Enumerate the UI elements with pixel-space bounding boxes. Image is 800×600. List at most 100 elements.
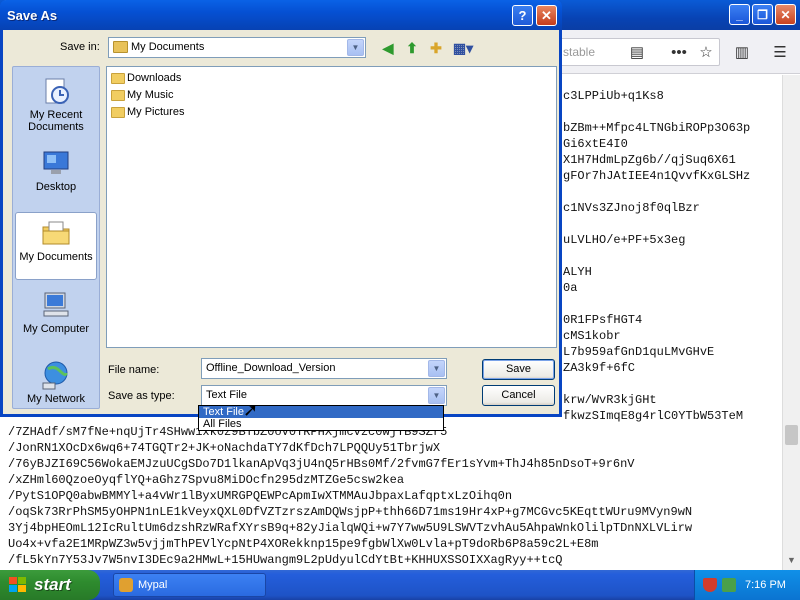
network-icon[interactable]: [722, 578, 736, 592]
cancel-button[interactable]: Cancel: [482, 385, 555, 406]
list-item[interactable]: My Pictures: [109, 104, 184, 120]
code-line: ZA3k9f+6fC: [563, 361, 636, 375]
my-documents-icon: [42, 221, 70, 245]
url-text: stable: [563, 45, 596, 59]
mouse-cursor-icon: ➚: [243, 400, 259, 420]
mypal-icon: [119, 578, 133, 592]
view-menu-icon[interactable]: ▦▾: [451, 39, 475, 57]
code-line: L7b959afGnD1quLMvGHvE: [563, 345, 715, 359]
code-line: Uo4x+vfa2E1MRpWZ3w5vjjmThPEVlYcpNtP4XORe…: [8, 537, 599, 551]
dialog-title: Save As: [7, 8, 58, 23]
code-line: cMS1kobr: [563, 329, 621, 343]
browser-maximize-button[interactable]: ❐: [752, 4, 773, 25]
desktop-icon: [43, 151, 69, 174]
reader-view-icon[interactable]: ▤: [627, 42, 647, 62]
save-in-label: Save in:: [60, 41, 100, 53]
folder-icon: [111, 73, 125, 84]
code-line: fkwzSImqE8g4rlC0YTbW53TeM: [563, 409, 744, 423]
save-as-type-value: Text File: [206, 389, 247, 401]
system-tray: 7:16 PM: [694, 570, 800, 600]
clock[interactable]: 7:16 PM: [745, 579, 786, 591]
new-folder-icon[interactable]: ✚: [427, 39, 445, 57]
code-line: 0R1FPsfHGT4: [563, 313, 643, 327]
file-name-input[interactable]: Offline_Download_Version ▼: [201, 358, 447, 379]
place-my-documents[interactable]: My Documents: [15, 212, 97, 280]
file-name: Downloads: [127, 72, 182, 84]
code-line: /JonRN1XOcDx6wq6+74TGQTr2+JK+oNachdaTY7d…: [8, 441, 441, 455]
code-line: c1NVs3ZJnoj8f0qlBzr: [563, 201, 700, 215]
dropdown-option-all-files[interactable]: All Files: [199, 418, 443, 430]
security-shield-icon[interactable]: [703, 578, 717, 592]
code-line: /fL5kYn7Y53Jv7W5nvI3DEc9a2HMwL+15HUwangm…: [8, 553, 563, 567]
list-item[interactable]: Downloads: [109, 70, 181, 86]
browser-minimize-button[interactable]: _: [729, 4, 750, 25]
chevron-down-icon[interactable]: ▼: [428, 387, 445, 404]
save-as-type-combo[interactable]: Text File ▼: [201, 385, 447, 406]
start-button[interactable]: start: [0, 570, 100, 600]
windows-logo-icon: [9, 577, 26, 592]
place-desktop[interactable]: Desktop: [15, 143, 97, 207]
recent-documents-icon: [45, 78, 69, 104]
save-as-type-dropdown[interactable]: Text File All Files: [198, 405, 444, 431]
start-label: start: [34, 575, 71, 594]
code-line: gFOr7hJAtIEE4n1QvvfKxGLSHz: [563, 169, 751, 183]
code-line: /76yBJZI69C56WokaEMJzuUCgSDo7D1lkanApVq3…: [8, 457, 635, 471]
place-label: My Computer: [22, 323, 90, 335]
browser-close-button[interactable]: ✕: [775, 4, 796, 25]
code-line: /xZHml60QzoeOyqflYQ+aGhz7Spvu8MiDOcfn295…: [8, 473, 405, 487]
taskbar-item-label: Mypal: [138, 579, 168, 591]
back-icon[interactable]: ◀: [379, 39, 397, 57]
code-line: /PytS1OPQ0abwBMMYl+a4vWr1lByxUMRGPQEWPcA…: [8, 489, 513, 503]
place-label: My Documents: [19, 251, 93, 263]
browser-scrollbar[interactable]: ▼: [782, 75, 800, 570]
code-line: c3LPPiUb+q1Ks8: [563, 89, 664, 103]
menu-icon[interactable]: ☰: [770, 42, 790, 62]
up-folder-icon[interactable]: ⬆: [403, 39, 421, 57]
chevron-down-icon[interactable]: ▼: [428, 360, 445, 377]
taskbar-item-mypal[interactable]: Mypal: [113, 573, 266, 597]
code-line: X1H7HdmLpZg6b//qjSuq6X61: [563, 153, 736, 167]
close-button[interactable]: ✕: [536, 5, 557, 26]
code-line: 0a: [563, 281, 578, 295]
file-name-label: File name:: [108, 364, 160, 376]
code-line: krw/WvR3kjGHt: [563, 393, 657, 407]
dialog-titlebar[interactable]: Save As ? ✕: [0, 0, 562, 30]
file-list[interactable]: Downloads My Music My Pictures: [106, 66, 557, 348]
code-line: ALYH: [563, 265, 592, 279]
scroll-down-icon[interactable]: ▼: [785, 555, 798, 568]
save-as-dialog: Save As ? ✕ Save in: My Documents ▼ ◀ ⬆ …: [0, 0, 562, 417]
my-computer-icon: [43, 292, 69, 317]
code-line: uLVLHO/e+PF+5x3eg: [563, 233, 686, 247]
dropdown-option-text-file[interactable]: Text File: [199, 406, 443, 418]
save-in-value: My Documents: [131, 41, 205, 53]
music-folder-icon: [111, 90, 125, 101]
code-line: 3Yj4bpHEOmL12IcRultUm6dzshRzWRafXYrsB9q+…: [8, 521, 693, 535]
help-button[interactable]: ?: [512, 5, 533, 26]
code-line: bZBm++Mfpc4LTNGbiROPp3O63p: [563, 121, 751, 135]
folder-icon: [113, 41, 128, 53]
file-name-value: Offline_Download_Version: [206, 362, 336, 374]
code-line: /oqSk73RrPhSM5yOHPN1nLE1kVeyxQXL0DfVZTzr…: [8, 505, 693, 519]
my-network-icon: [42, 361, 68, 390]
bookmark-star-icon[interactable]: ☆: [696, 42, 716, 62]
place-my-recent-documents[interactable]: My Recent Documents: [15, 71, 97, 135]
list-item[interactable]: My Music: [109, 87, 173, 103]
places-bar: My Recent Documents Desktop My Documents: [12, 66, 100, 409]
save-in-combo[interactable]: My Documents ▼: [108, 37, 366, 58]
place-my-network[interactable]: My Network: [15, 355, 97, 419]
sidebar-icon[interactable]: ▥: [732, 42, 752, 62]
place-my-computer[interactable]: My Computer: [15, 285, 97, 349]
more-icon[interactable]: •••: [669, 42, 689, 62]
place-label: My Recent Documents: [28, 109, 84, 133]
file-name: My Pictures: [127, 106, 185, 118]
save-button[interactable]: Save: [482, 359, 555, 380]
pictures-folder-icon: [111, 107, 125, 118]
chevron-down-icon[interactable]: ▼: [347, 39, 364, 56]
file-name: My Music: [127, 89, 174, 101]
save-as-type-label: Save as type:: [108, 390, 175, 402]
taskbar: start Mypal 7:16 PM: [0, 570, 800, 600]
scrollbar-thumb[interactable]: [785, 425, 798, 445]
place-label: Desktop: [35, 181, 77, 193]
place-label: My Network: [26, 393, 86, 405]
code-line: Gi6xtE4I0: [563, 137, 628, 151]
